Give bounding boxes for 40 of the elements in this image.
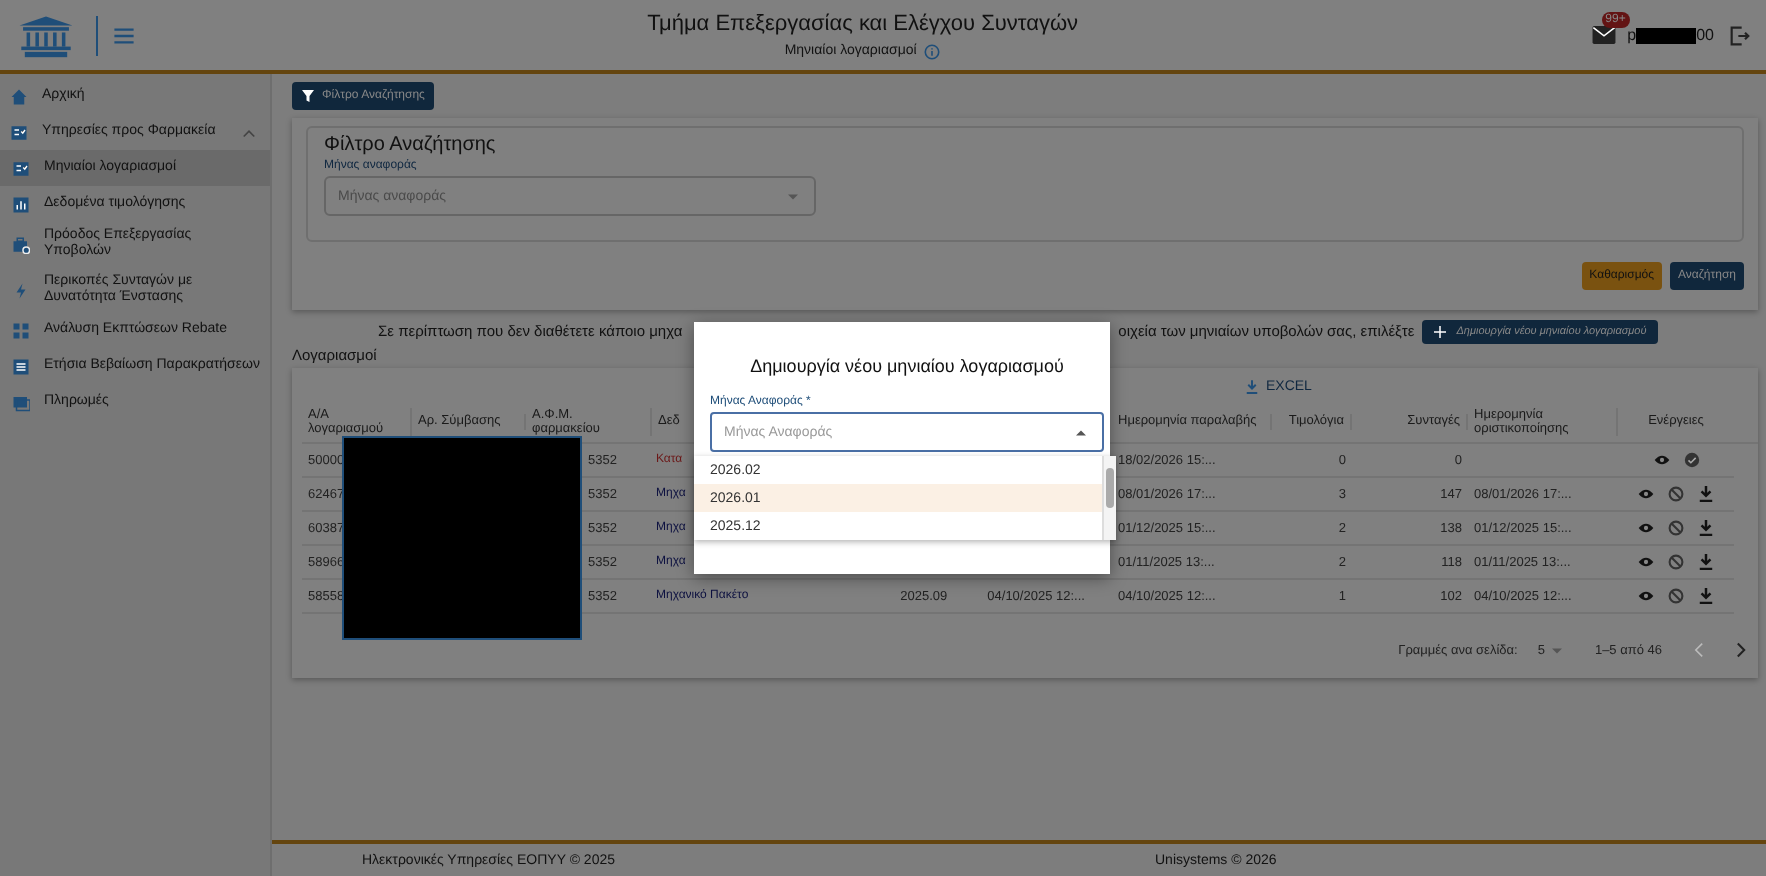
chart-icon — [12, 195, 30, 213]
mail-icon[interactable] — [1591, 26, 1616, 44]
home-icon — [10, 87, 28, 105]
dropdown-caret-icon — [1076, 429, 1086, 435]
blocked-icon[interactable] — [1668, 554, 1684, 570]
dropdown-caret-icon — [1552, 647, 1563, 653]
eye-icon[interactable] — [1638, 588, 1654, 604]
list-icon — [12, 358, 30, 377]
blocked-icon[interactable] — [1668, 520, 1684, 536]
eye-icon[interactable] — [1638, 520, 1654, 536]
blocked-icon[interactable] — [1668, 486, 1684, 502]
plus-icon — [1434, 325, 1447, 337]
checklist-icon — [10, 123, 28, 141]
download-icon[interactable] — [1698, 588, 1714, 604]
fieldset-legend: Φίλτρο Αναζήτησης — [324, 134, 1726, 156]
grid-icon — [12, 322, 30, 341]
redaction-block — [1636, 27, 1697, 43]
next-page-icon[interactable] — [1736, 642, 1746, 658]
eye-icon[interactable] — [1638, 486, 1654, 502]
download-icon[interactable] — [1698, 520, 1714, 536]
eye-icon[interactable] — [1653, 452, 1669, 468]
scrollbar[interactable] — [1102, 456, 1116, 540]
checklist-icon — [12, 159, 30, 177]
check-circle-icon[interactable] — [1683, 452, 1699, 468]
briefcase-icon — [12, 235, 30, 254]
blocked-icon[interactable] — [1668, 588, 1684, 604]
logo-icon — [16, 11, 76, 59]
modal-title: Δημιουργία νέου μηνιαίου λογαριασμού — [748, 356, 1066, 376]
bolt-icon — [12, 281, 30, 300]
eye-icon[interactable] — [1638, 554, 1654, 570]
page-title: Τμήμα Επεξεργασίας και Ελέγχου Συνταγών — [647, 11, 1079, 35]
download-icon[interactable] — [1698, 486, 1714, 502]
logout-icon[interactable] — [1730, 25, 1750, 45]
download-icon — [1246, 380, 1258, 394]
dropdown-caret-icon — [788, 193, 798, 199]
filter-icon — [302, 90, 314, 102]
download-icon[interactable] — [1698, 554, 1714, 570]
user-name: 00 — [1696, 26, 1714, 44]
payment-icon — [12, 394, 30, 413]
user-name: p — [1627, 26, 1637, 44]
